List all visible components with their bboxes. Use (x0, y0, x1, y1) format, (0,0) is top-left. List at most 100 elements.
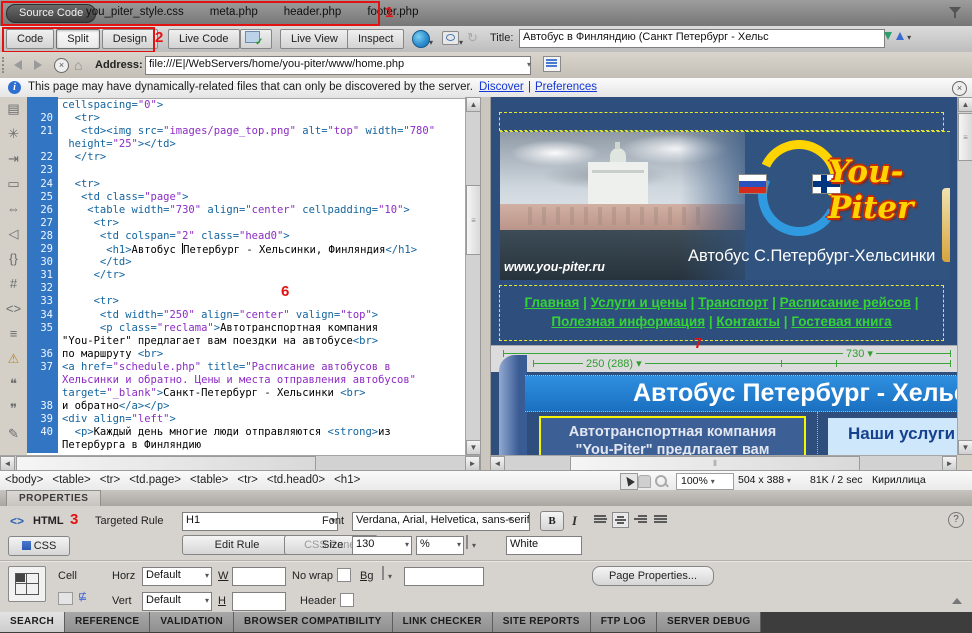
header-checkbox[interactable] (340, 593, 354, 607)
tag-selector-item[interactable]: <table> (52, 474, 90, 486)
css-mode-button[interactable]: CSS (8, 536, 70, 556)
hand-tool-icon[interactable] (638, 475, 651, 488)
design-scroll-down-icon[interactable]: ▼ (958, 440, 972, 455)
site-header-image[interactable]: You-Piter Автобус С.Петербург-Хельсинки … (500, 131, 950, 280)
targeted-rule-select[interactable]: H1▾ (182, 512, 338, 531)
preferences-link[interactable]: Preferences (535, 81, 597, 93)
open-documents-icon[interactable]: ▤ (0, 97, 27, 122)
title-input[interactable]: Автобус в Финляндию (Санкт Петербург - Х… (519, 29, 885, 48)
results-tab-validation[interactable]: VALIDATION (150, 612, 234, 632)
results-tab-browser-compatibility[interactable]: BROWSER COMPATIBILITY (234, 612, 393, 632)
tag-selector-item[interactable]: <td.head0> (267, 474, 325, 486)
collapse-full-tag-icon[interactable]: ⇥ (0, 147, 27, 172)
nav-link[interactable]: Транспорт (698, 295, 768, 310)
line-numbers-icon[interactable]: # (0, 272, 27, 297)
address-dropdown-arrow-icon[interactable]: ▾ (527, 60, 531, 69)
preview-in-browser-icon[interactable] (412, 30, 430, 48)
syntax-error-alerts-icon[interactable]: ⚠ (0, 347, 27, 372)
compat-dropdown-arrow-icon[interactable]: ▾ (459, 38, 463, 47)
nav-link[interactable]: Главная (525, 295, 580, 310)
bold-button[interactable]: B (540, 511, 564, 531)
align-justify-icon[interactable] (652, 512, 669, 528)
text-color-field[interactable]: White (506, 536, 582, 555)
html-mode-button[interactable]: HTML (33, 515, 64, 527)
format-source-icon[interactable]: ✎ (0, 422, 27, 447)
h-input[interactable] (232, 592, 286, 611)
tag-selector-item[interactable]: <body> (5, 474, 43, 486)
word-wrap-icon[interactable]: ≡ (0, 322, 27, 347)
vert-select[interactable]: Default▾ (142, 592, 212, 611)
design-hscrollbar[interactable]: ◄ ⦀ ► (490, 455, 957, 471)
code-vscroll-thumb[interactable]: ≡ (466, 185, 481, 255)
tag-selector-item[interactable]: <h1> (334, 474, 360, 486)
font-select[interactable]: Verdana, Arial, Helvetica, sans-serif (352, 512, 530, 531)
nav-link[interactable]: Контакты (716, 314, 780, 329)
code-scroll-left-icon[interactable]: ◄ (0, 456, 15, 471)
nav-link[interactable]: Расписание рейсов (780, 295, 911, 310)
forward-icon[interactable] (34, 60, 42, 70)
code-hscroll-thumb[interactable] (16, 456, 316, 471)
align-right-icon[interactable] (632, 512, 649, 528)
address-input[interactable]: file:///E|/WebServers/home/you-piter/www… (145, 56, 531, 75)
balance-braces-icon[interactable]: {} (0, 247, 27, 272)
pointer-tool-icon[interactable] (620, 473, 638, 490)
back-icon[interactable] (14, 60, 22, 70)
check-page-icon[interactable]: ✓ (240, 29, 272, 49)
live-code-button[interactable]: Live Code (168, 29, 240, 49)
reclama-cell[interactable]: Автотранспортная компания "You-Piter" пр… (539, 416, 806, 455)
home-icon[interactable]: ⌂ (74, 57, 82, 73)
preview-dropdown-arrow-icon[interactable]: ▾ (429, 38, 433, 47)
no-wrap-checkbox[interactable] (337, 568, 351, 582)
nav-link[interactable]: Услуги и цены (591, 295, 687, 310)
services-cell[interactable]: Наши услуги (828, 418, 958, 455)
view-list-icon[interactable] (543, 56, 561, 72)
close-icon[interactable]: × (952, 81, 967, 96)
edit-rule-button[interactable]: Edit Rule (182, 535, 292, 555)
design-scroll-left-icon[interactable]: ◄ (490, 456, 505, 471)
results-tab-reference[interactable]: REFERENCE (65, 612, 150, 632)
collapse-panel-icon[interactable] (952, 598, 962, 604)
design-scroll-up-icon[interactable]: ▲ (958, 97, 972, 112)
results-tab-search[interactable]: SEARCH (0, 612, 65, 632)
font-dropdown-arrow-icon[interactable]: ▾ (508, 515, 512, 524)
nav-link[interactable]: Гостевая книга (791, 314, 891, 329)
italic-button[interactable]: I (572, 513, 577, 529)
code-vscrollbar[interactable]: ▲ ≡ ▼ (465, 97, 481, 455)
code-scroll-up-icon[interactable]: ▲ (466, 97, 481, 112)
design-view[interactable]: You-Piter Автобус С.Петербург-Хельсинки … (490, 97, 958, 455)
tag-selector-item[interactable]: <td.page> (129, 474, 181, 486)
remove-comment-icon[interactable]: ❞ (0, 397, 27, 422)
check-browser-compat-icon[interactable] (442, 31, 459, 45)
table-width-label-730[interactable]: 730 ▾ (843, 347, 876, 360)
zoom-tool-icon[interactable] (655, 475, 667, 487)
code-editor[interactable]: cellspacing="0">20 <tr>21 <td><img src="… (27, 99, 465, 455)
results-tab-link-checker[interactable]: LINK CHECKER (393, 612, 493, 632)
table-width-label-250[interactable]: 250 (288) ▾ (583, 357, 645, 370)
apply-comment-icon[interactable]: ❝ (0, 372, 27, 397)
tag-selector-item[interactable]: <table> (190, 474, 228, 486)
size-select[interactable]: 130▾ (352, 536, 412, 555)
nav-link[interactable]: Полезная информация (551, 314, 705, 329)
discover-link[interactable]: Discover (479, 81, 524, 93)
code-hscrollbar[interactable]: ◄ ► (0, 455, 480, 471)
split-cell-icon[interactable]: ⋢ (78, 590, 87, 603)
highlight-invalid-code-icon[interactable]: <> (0, 297, 27, 322)
code-navigator-icon[interactable]: ✳ (0, 122, 27, 147)
select-parent-tag-icon[interactable]: ◁ (0, 222, 27, 247)
live-view-button[interactable]: Live View (280, 29, 349, 49)
expand-all-icon[interactable]: ⇔ (0, 197, 27, 222)
code-scroll-down-icon[interactable]: ▼ (466, 440, 481, 455)
w-input[interactable] (232, 567, 286, 586)
design-hscroll-thumb[interactable]: ⦀ (570, 456, 860, 471)
properties-tab[interactable]: PROPERTIES (6, 490, 101, 507)
stop-icon[interactable]: × (54, 58, 69, 73)
tag-selector-item[interactable]: <tr> (237, 474, 257, 486)
magnification-select[interactable]: 100% ▾ (676, 473, 734, 490)
results-tab-server-debug[interactable]: SERVER DEBUG (657, 612, 761, 632)
refresh-icon[interactable]: ↻ (467, 30, 478, 46)
bg-color-swatch[interactable] (382, 566, 384, 580)
align-center-icon[interactable] (612, 512, 629, 528)
horz-select[interactable]: Default▾ (142, 567, 212, 586)
design-vscroll-thumb[interactable]: ≡ (958, 113, 972, 161)
design-vscrollbar[interactable]: ▲ ≡ ▼ (957, 97, 972, 455)
